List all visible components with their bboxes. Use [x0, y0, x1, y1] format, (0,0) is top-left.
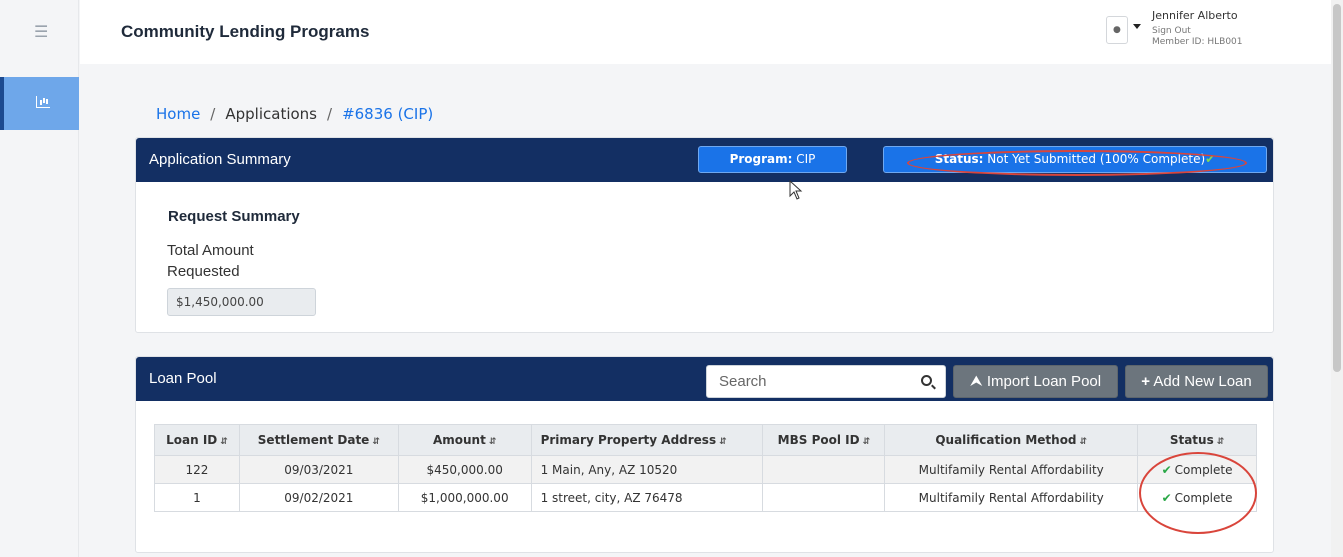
hamburger-menu-icon[interactable]: ☰ — [34, 24, 48, 40]
cell-settlement-date: 09/02/2021 — [238, 483, 399, 512]
application-summary-header: Application Summary Program: CIP Status:… — [136, 138, 1273, 182]
table-row[interactable]: 122 09/03/2021 $450,000.00 1 Main, Any, … — [154, 455, 1257, 484]
cell-qualification: Multifamily Rental Affordability — [884, 455, 1139, 484]
cell-amount: $1,000,000.00 — [397, 483, 532, 512]
application-summary-panel: Application Summary Program: CIP Status:… — [135, 137, 1274, 333]
left-rail: ☰ — [0, 0, 79, 557]
breadcrumb-current-link[interactable]: #6836 (CIP) — [342, 105, 433, 123]
cell-loan-id: 1 — [154, 483, 240, 512]
user-name: Jennifer Alberto — [1152, 9, 1238, 22]
loan-table: Loan ID ⇵ Settlement Date ⇵ Amount ⇵ Primar… — [154, 424, 1257, 512]
request-summary-title: Request Summary — [168, 208, 300, 225]
cell-mbs-pool-id — [762, 455, 886, 484]
column-header-loan-id[interactable]: Loan ID ⇵ — [154, 424, 240, 456]
column-header-address[interactable]: Primary Property Address ⇵ — [530, 424, 764, 456]
user-icon: ● — [1113, 25, 1121, 35]
breadcrumb: Home / Applications / #6836 (CIP) — [156, 105, 433, 123]
import-label: Import Loan Pool — [986, 373, 1102, 390]
breadcrumb-home-link[interactable]: Home — [156, 105, 200, 123]
app-title: Community Lending Programs — [121, 22, 370, 41]
import-loan-pool-button[interactable]: ⮝ Import Loan Pool — [953, 365, 1118, 398]
cell-mbs-pool-id — [762, 483, 886, 512]
program-value: CIP — [796, 152, 816, 166]
panel-title: Loan Pool — [149, 370, 217, 387]
cell-loan-id: 122 — [154, 455, 240, 484]
table-row[interactable]: 1 09/02/2021 $1,000,000.00 1 street, cit… — [154, 483, 1257, 512]
loan-pool-header: Loan Pool ⮝ Import Loan Pool + Add New L… — [136, 357, 1273, 401]
upload-icon: ⮝ — [969, 373, 983, 390]
column-header-settlement-date[interactable]: Settlement Date ⇵ — [238, 424, 399, 456]
program-badge[interactable]: Program: CIP — [698, 146, 847, 173]
plus-icon: + — [1141, 373, 1150, 390]
sort-icon: ⇵ — [1079, 437, 1088, 447]
sort-icon: ⇵ — [862, 437, 871, 447]
annotation-ellipse — [907, 150, 1247, 176]
rail-item-dashboard[interactable] — [0, 77, 79, 130]
search-icon[interactable] — [921, 375, 932, 386]
cell-qualification: Multifamily Rental Affordability — [884, 483, 1139, 512]
scrollbar-thumb[interactable] — [1333, 4, 1341, 372]
sort-icon: ⇵ — [220, 437, 228, 447]
search-box — [706, 365, 946, 398]
column-header-mbs-pool-id[interactable]: MBS Pool ID ⇵ — [762, 424, 886, 456]
breadcrumb-separator: / — [327, 105, 333, 123]
member-id: Member ID: HLB001 — [1152, 37, 1243, 47]
top-bar: Community Lending Programs ● Jennifer Al… — [80, 0, 1343, 64]
column-header-status[interactable]: Status ⇵ — [1137, 424, 1257, 456]
breadcrumb-applications: Applications — [225, 105, 317, 123]
total-amount-label: Total Amount Requested — [167, 242, 254, 280]
caret-down-icon[interactable] — [1133, 24, 1141, 29]
panel-title: Application Summary — [149, 151, 291, 168]
cell-settlement-date: 09/03/2021 — [238, 455, 399, 484]
search-input[interactable] — [707, 366, 912, 397]
sort-icon: ⇵ — [719, 437, 727, 447]
column-header-amount[interactable]: Amount ⇵ — [397, 424, 532, 456]
program-label: Program: — [729, 152, 793, 166]
loan-pool-panel: Loan Pool ⮝ Import Loan Pool + Add New L… — [135, 356, 1274, 553]
table-header-row: Loan ID ⇵ Settlement Date ⇵ Amount ⇵ Primar… — [154, 424, 1257, 456]
add-new-loan-button[interactable]: + Add New Loan — [1125, 365, 1268, 398]
total-amount-field: $1,450,000.00 — [167, 288, 316, 316]
sort-icon: ⇵ — [372, 437, 380, 447]
column-header-qualification-method[interactable]: Qualification Method ⇵ — [884, 424, 1139, 456]
cell-amount: $450,000.00 — [397, 455, 532, 484]
breadcrumb-separator: / — [210, 105, 216, 123]
cell-address: 1 street, city, AZ 76478 — [530, 483, 764, 512]
chart-icon — [36, 96, 50, 108]
add-label: Add New Loan — [1153, 373, 1252, 390]
sort-icon: ⇵ — [488, 437, 497, 447]
sign-out-link[interactable]: Sign Out — [1152, 26, 1191, 36]
cell-address: 1 Main, Any, AZ 10520 — [530, 455, 764, 484]
annotation-ellipse — [1139, 452, 1257, 534]
user-avatar-button[interactable]: ● — [1106, 16, 1128, 44]
page-scrollbar[interactable] — [1331, 0, 1343, 557]
sort-icon: ⇵ — [1216, 437, 1225, 447]
